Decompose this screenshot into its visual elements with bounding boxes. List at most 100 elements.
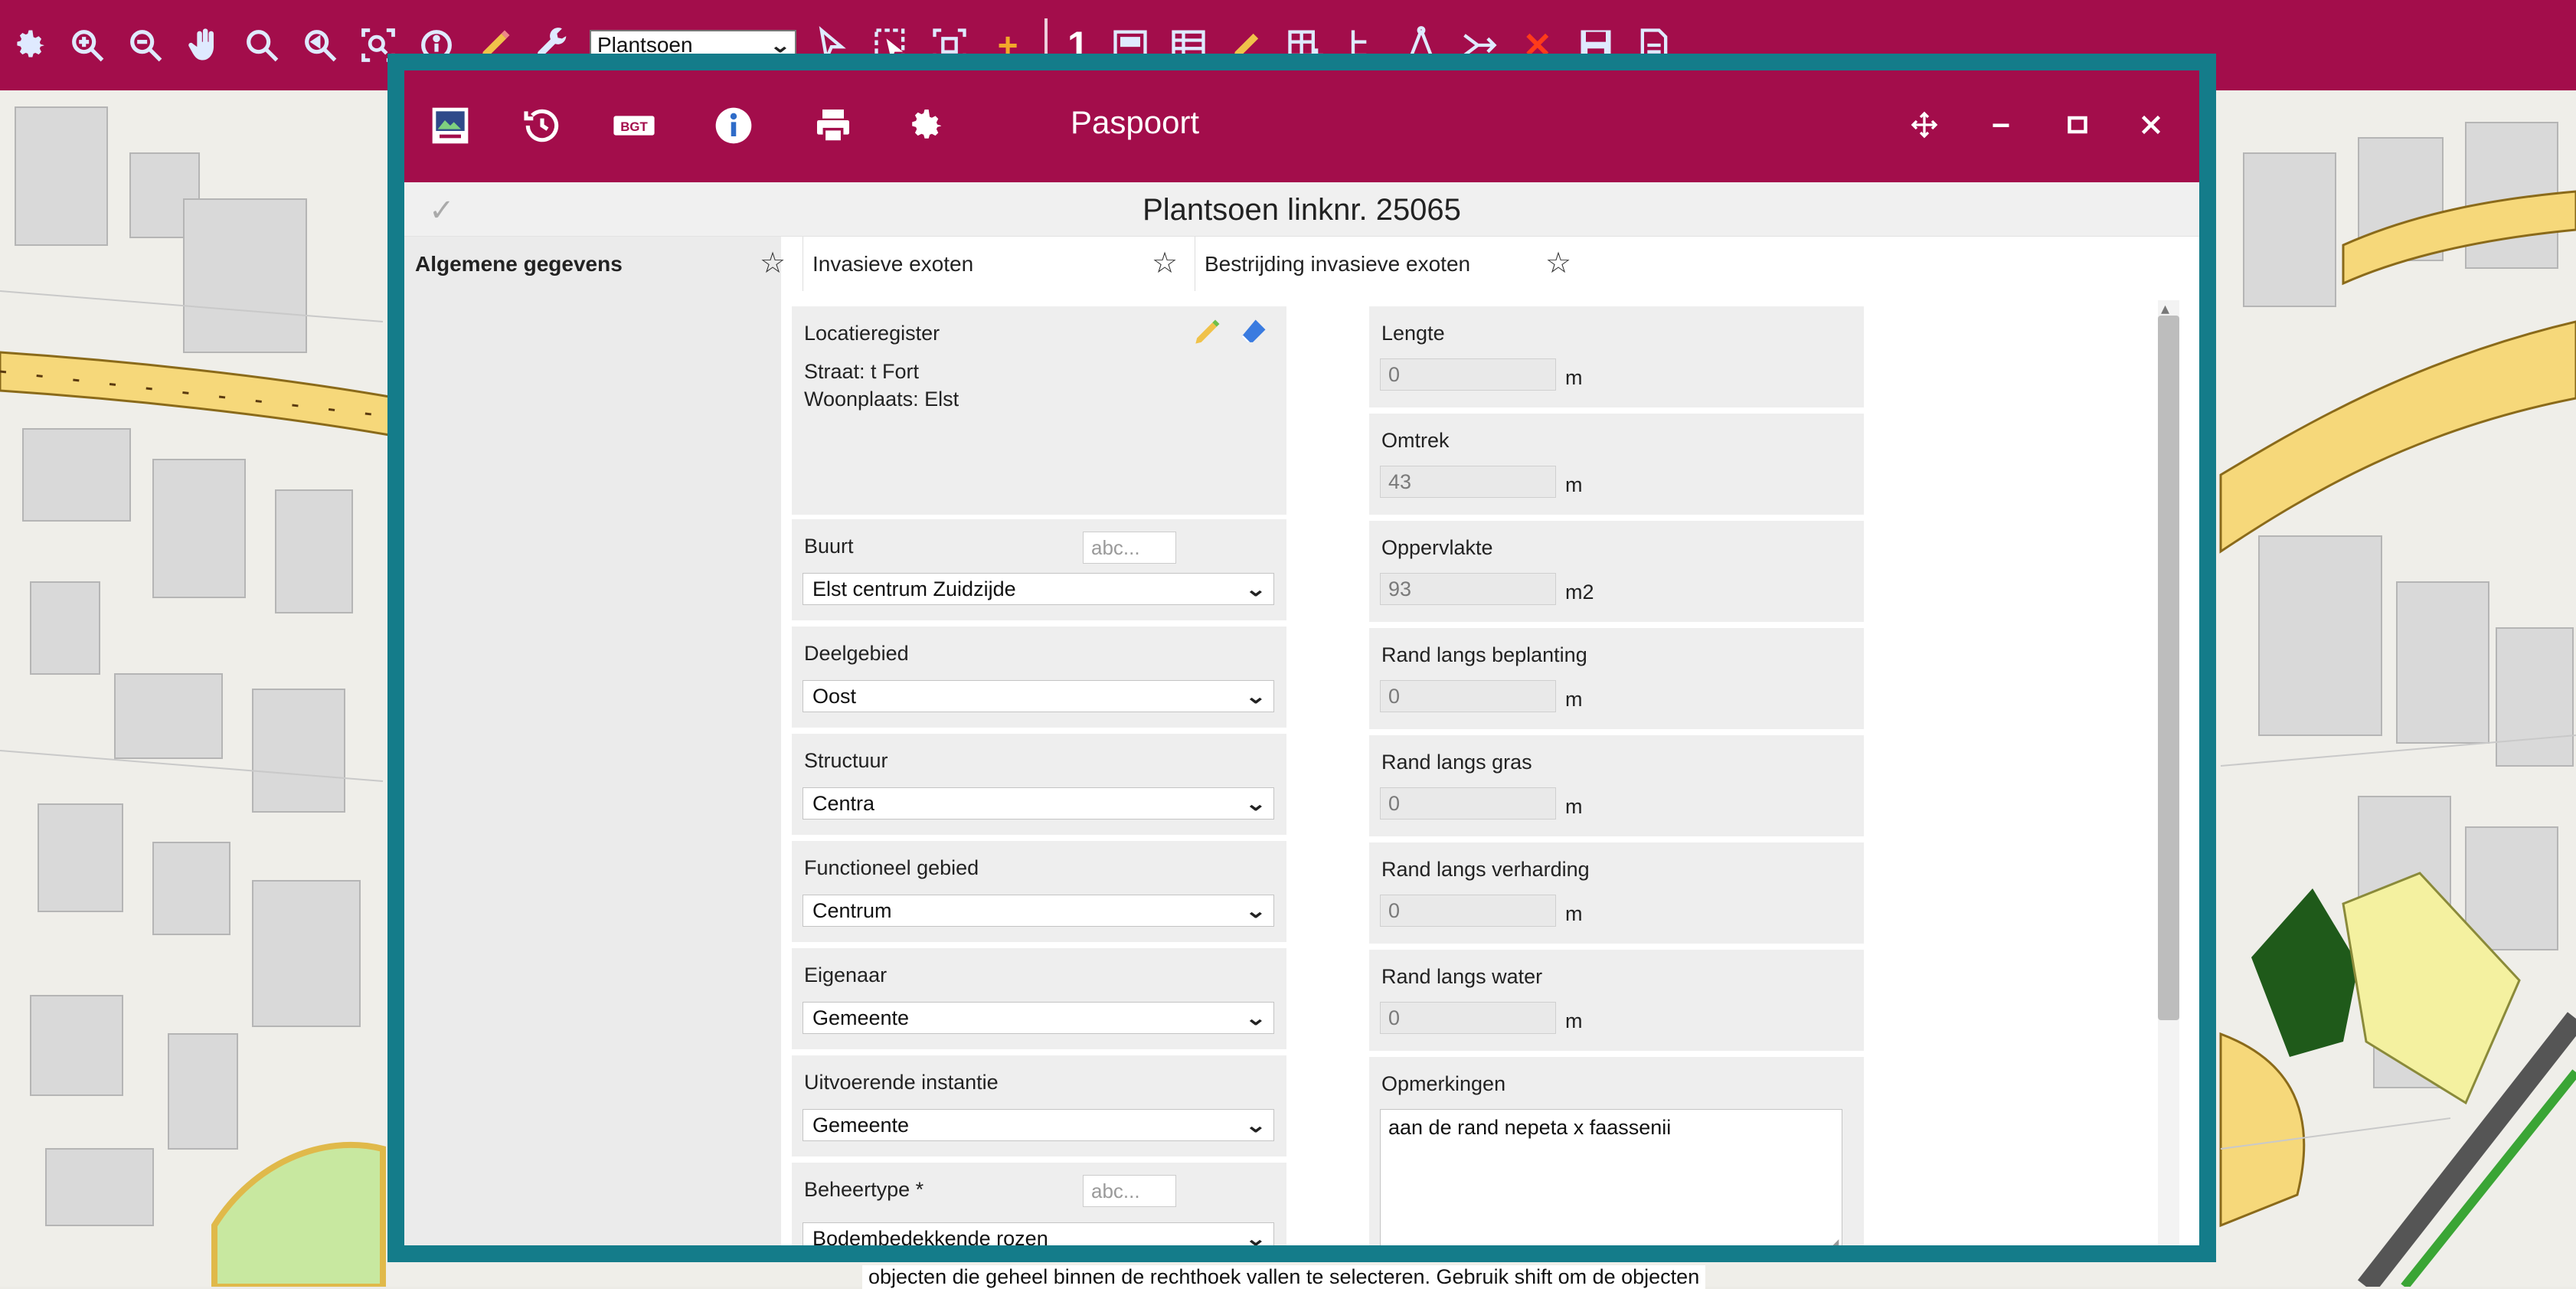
- beheertype-code-input[interactable]: abc...: [1083, 1175, 1176, 1207]
- field-label: Rand langs gras: [1381, 751, 1532, 774]
- tab-label: Algemene gegevens: [415, 252, 623, 276]
- star-icon[interactable]: ☆: [1545, 246, 1571, 280]
- select-value: Bodembedekkende rozen: [812, 1226, 1048, 1246]
- field-locatieregister: Locatieregister Straat: t Fort Woonplaat…: [792, 306, 1286, 515]
- field-rand-langs-water: Rand langs water 0 m: [1369, 950, 1864, 1051]
- field-oppervlakte: Oppervlakte 93 m2: [1369, 521, 1864, 622]
- field-label: Opmerkingen: [1381, 1072, 1506, 1095]
- history-icon[interactable]: [519, 103, 565, 149]
- rand-verharding-input[interactable]: 0: [1380, 895, 1556, 927]
- rand-water-input[interactable]: 0: [1380, 1002, 1556, 1034]
- resize-handle-icon[interactable]: ◢: [1827, 1235, 1839, 1245]
- select-value: Centrum: [812, 898, 892, 922]
- rand-gras-input[interactable]: 0: [1380, 787, 1556, 820]
- gear-icon[interactable]: [8, 24, 51, 67]
- field-label: Rand langs verharding: [1381, 858, 1590, 881]
- chevron-down-icon: ⌄: [1244, 577, 1267, 600]
- unit-label: m: [1565, 473, 1583, 496]
- field-rand-langs-beplanting: Rand langs beplanting 0 m: [1369, 628, 1864, 729]
- scroll-thumb[interactable]: [2158, 316, 2179, 1020]
- status-hint-text: objecten die geheel binnen de rechthoek …: [862, 1265, 1706, 1289]
- pan-hand-icon[interactable]: [182, 24, 225, 67]
- dialog-header[interactable]: BGT Paspoort: [404, 70, 2199, 182]
- move-icon[interactable]: [1905, 106, 1943, 144]
- star-icon[interactable]: ☆: [1152, 246, 1178, 280]
- select-value: Oost: [812, 684, 857, 708]
- field-label: Omtrek: [1381, 429, 1450, 452]
- bgt-icon[interactable]: BGT: [611, 103, 657, 149]
- chevron-down-icon: ⌄: [1244, 1226, 1267, 1246]
- field-rand-langs-gras: Rand langs gras 0 m: [1369, 735, 1864, 836]
- functioneel-gebied-select[interactable]: Centrum ⌄: [803, 895, 1274, 927]
- close-icon[interactable]: [2132, 106, 2170, 144]
- select-value: Gemeente: [812, 1113, 910, 1137]
- field-buurt: Buurt abc... Elst centrum Zuidzijde ⌄: [792, 519, 1286, 620]
- tab-sidebar: [404, 291, 781, 1245]
- opmerkingen-textarea[interactable]: aan de rand nepeta x faassenii: [1380, 1109, 1842, 1245]
- field-label: Lengte: [1381, 322, 1445, 345]
- field-label: Rand langs beplanting: [1381, 643, 1587, 666]
- lengte-input[interactable]: 0: [1380, 358, 1556, 391]
- field-label: Buurt: [804, 535, 854, 558]
- locatie-straat: Straat: t Fort: [804, 360, 920, 383]
- map-passport-icon[interactable]: [427, 103, 473, 149]
- print-icon[interactable]: [810, 103, 856, 149]
- bgt-label: BGT: [620, 119, 648, 134]
- field-deelgebied: Deelgebied Oost ⌄: [792, 627, 1286, 728]
- buurt-select[interactable]: Elst centrum Zuidzijde ⌄: [803, 573, 1274, 605]
- field-eigenaar: Eigenaar Gemeente ⌄: [792, 948, 1286, 1049]
- star-icon[interactable]: ☆: [760, 246, 786, 280]
- zoom-icon[interactable]: [240, 24, 283, 67]
- tab-bar: Algemene gegevens ☆ Invasieve exoten ☆ B…: [404, 237, 2199, 292]
- chevron-down-icon: ⌄: [1244, 898, 1267, 922]
- select-value: Elst centrum Zuidzijde: [812, 577, 1016, 600]
- record-bar: ✓ Plantsoen linknr. 25065: [404, 182, 2199, 237]
- uitvoerende-instantie-select[interactable]: Gemeente ⌄: [803, 1109, 1274, 1141]
- zoom-in-icon[interactable]: [66, 24, 109, 67]
- deelgebied-select[interactable]: Oost ⌄: [803, 680, 1274, 712]
- chevron-down-icon: ⌄: [1244, 684, 1267, 708]
- chevron-down-icon: ⌄: [1244, 1006, 1267, 1029]
- locatie-woonplaats: Woonplaats: Elst: [804, 388, 959, 411]
- structuur-select[interactable]: Centra ⌄: [803, 787, 1274, 820]
- info-icon[interactable]: [711, 103, 757, 149]
- field-label: Deelgebied: [804, 642, 909, 665]
- maximize-icon[interactable]: [2058, 106, 2097, 144]
- buurt-code-input[interactable]: abc...: [1083, 532, 1176, 564]
- unit-label: m: [1565, 688, 1583, 711]
- field-omtrek: Omtrek 43 m: [1369, 414, 1864, 515]
- form-content: Locatieregister Straat: t Fort Woonplaat…: [781, 291, 2198, 1245]
- omtrek-input[interactable]: 43: [1380, 466, 1556, 498]
- dialog-title: Paspoort: [1071, 104, 1200, 140]
- tab-algemene-gegevens[interactable]: Algemene gegevens: [404, 237, 781, 292]
- pencil-icon[interactable]: [1190, 316, 1224, 353]
- tab-invasieve-exoten[interactable]: Invasieve exoten: [803, 237, 1170, 292]
- eraser-icon[interactable]: [1236, 316, 1270, 353]
- select-value: Gemeente: [812, 1006, 910, 1029]
- tab-label: Bestrijding invasieve exoten: [1205, 252, 1471, 276]
- field-opmerkingen: Opmerkingen aan de rand nepeta x faassen…: [1369, 1057, 1864, 1245]
- field-beheertype: Beheertype * abc... Bodembedekkende roze…: [792, 1163, 1286, 1245]
- zoom-out-icon[interactable]: [124, 24, 167, 67]
- unit-label: m: [1565, 902, 1583, 925]
- field-label: Structuur: [804, 749, 888, 772]
- minimize-icon[interactable]: [1982, 106, 2020, 144]
- settings-icon[interactable]: [902, 103, 948, 149]
- field-label: Oppervlakte: [1381, 536, 1493, 559]
- content-scrollbar[interactable]: ▴ ▾: [2158, 299, 2179, 1245]
- field-lengte: Lengte 0 m: [1369, 306, 1864, 407]
- eigenaar-select[interactable]: Gemeente ⌄: [803, 1002, 1274, 1034]
- beheertype-select[interactable]: Bodembedekkende rozen ⌄: [803, 1222, 1274, 1245]
- field-label: Rand langs water: [1381, 965, 1543, 988]
- zoom-previous-icon[interactable]: [299, 24, 342, 67]
- field-functioneel-gebied: Functioneel gebied Centrum ⌄: [792, 841, 1286, 942]
- tab-label: Invasieve exoten: [812, 252, 974, 276]
- oppervlakte-input[interactable]: 93: [1380, 573, 1556, 605]
- unit-label: m: [1565, 795, 1583, 818]
- unit-label: m: [1565, 1009, 1583, 1032]
- passport-dialog: BGT Paspoort ✓ Plantsoen linknr. 25065 A…: [387, 54, 2216, 1262]
- tab-bestrijding-invasieve-exoten[interactable]: Bestrijding invasieve exoten: [1195, 237, 1577, 292]
- unit-label: m: [1565, 366, 1583, 389]
- field-label: Uitvoerende instantie: [804, 1071, 999, 1094]
- rand-beplanting-input[interactable]: 0: [1380, 680, 1556, 712]
